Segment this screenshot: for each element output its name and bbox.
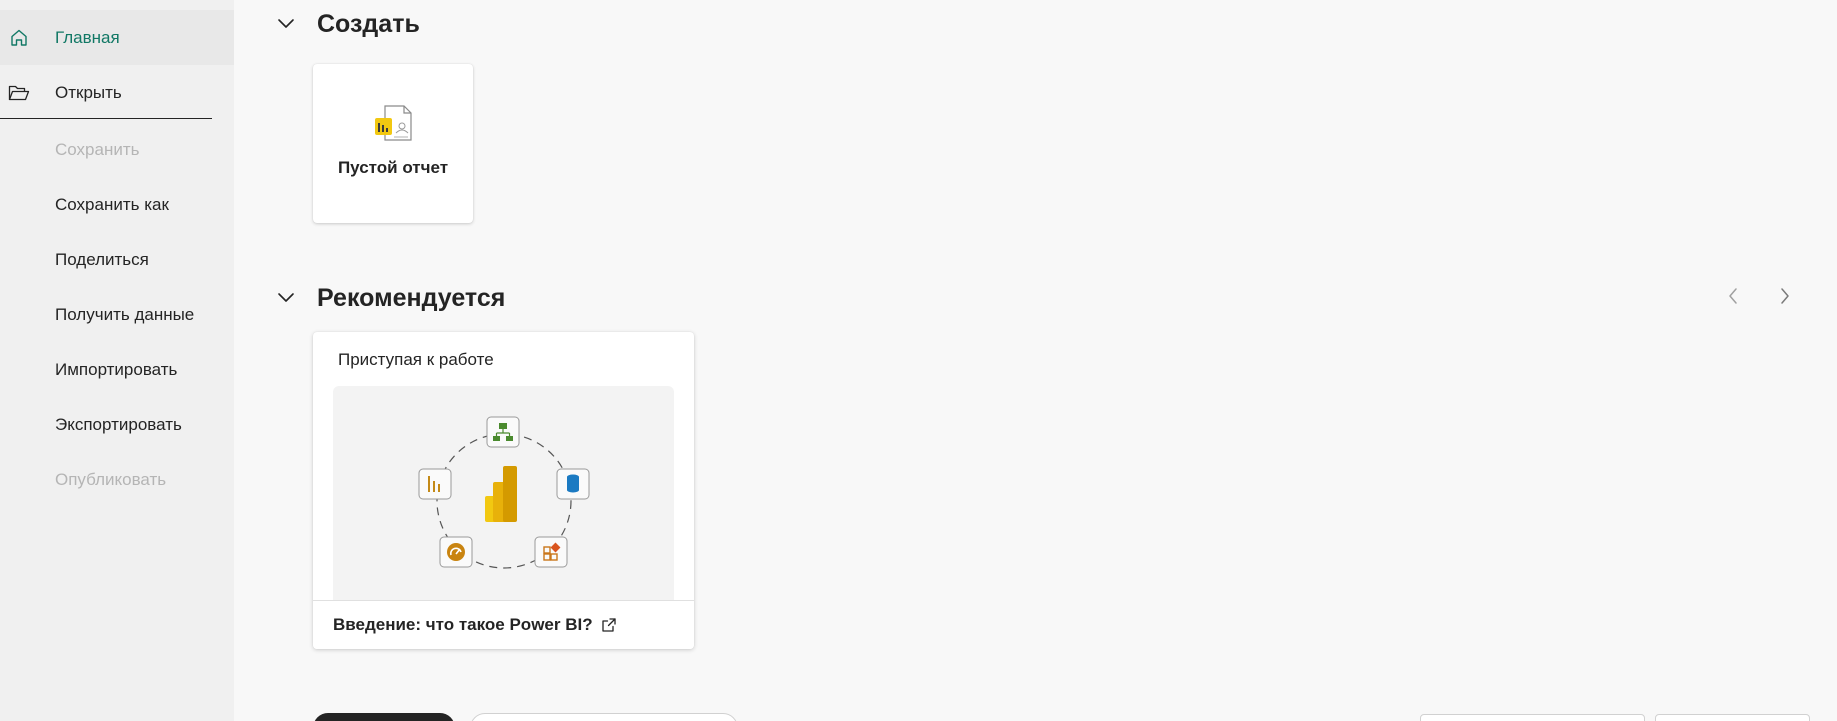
sidebar-item-label: Экспортировать: [55, 414, 182, 434]
database-icon: [556, 468, 590, 500]
add-visual-icon: [534, 536, 568, 568]
sidebar-item-save: Сохранить: [0, 122, 234, 177]
sidebar-item-label: Поделиться: [55, 249, 149, 269]
gauge-icon: [439, 536, 473, 568]
sidebar-item-label: Сохранить: [55, 139, 140, 159]
external-link-icon: [601, 618, 616, 632]
filter-pill[interactable]: [470, 713, 738, 721]
filter-dropdown[interactable]: [1655, 714, 1810, 721]
sidebar-item-label: Открыть: [55, 82, 122, 102]
section-title: Рекомендуется: [317, 283, 506, 312]
sidebar-item-home[interactable]: Главная: [0, 10, 234, 65]
sidebar-divider: [0, 118, 212, 119]
chevron-left-icon: [1729, 288, 1737, 304]
chevron-down-icon: [278, 19, 294, 28]
blank-report-icon: [375, 105, 412, 141]
chevron-right-icon: [1781, 288, 1789, 304]
sidebar-item-save-as[interactable]: Сохранить как: [0, 177, 234, 232]
filter-pill-selected[interactable]: [313, 713, 455, 721]
carousel-prev-button[interactable]: [1719, 282, 1747, 310]
sidebar-item-import[interactable]: Импортировать: [0, 342, 234, 397]
bar-chart-icon: [418, 468, 452, 500]
hierarchy-icon: [486, 416, 520, 448]
card-footer-link[interactable]: Введение: что такое Power BI?: [313, 600, 694, 649]
sidebar-item-label: Получить данные: [55, 304, 195, 324]
sidebar-item-label: Главная: [55, 27, 120, 47]
blank-report-card[interactable]: Пустой отчет: [313, 64, 473, 223]
card-caption: Приступая к работе: [338, 350, 494, 369]
backstage-sidebar: Главная Открыть Сохранить Сохранить как …: [0, 0, 234, 721]
card-link-text: Введение: что такое Power BI?: [333, 615, 593, 634]
blank-report-label: Пустой отчет: [337, 158, 449, 177]
sidebar-item-open[interactable]: Открыть: [0, 65, 234, 120]
sidebar-item-publish: Опубликовать: [0, 452, 234, 507]
sidebar-item-label: Импортировать: [55, 359, 178, 379]
getting-started-card[interactable]: Приступая к работе Введение: что такое P…: [313, 332, 694, 649]
power-bi-logo: [485, 466, 517, 522]
sidebar-item-export[interactable]: Экспортировать: [0, 397, 234, 452]
sidebar-item-label: Опубликовать: [55, 469, 167, 489]
collapse-create-button[interactable]: [270, 8, 302, 40]
search-box[interactable]: [1420, 714, 1645, 721]
create-section-header: Создать: [270, 4, 420, 44]
sidebar-item-get-data[interactable]: Получить данные: [0, 287, 234, 342]
sidebar-item-label: Сохранить как: [55, 194, 169, 214]
card-illustration: [333, 386, 674, 600]
carousel-next-button[interactable]: [1771, 282, 1799, 310]
collapse-recommended-button[interactable]: [270, 282, 302, 314]
folder-open-icon: [7, 81, 31, 105]
recommended-section-header: Рекомендуется: [270, 278, 505, 318]
home-icon: [7, 26, 31, 50]
section-title: Создать: [317, 9, 420, 38]
chevron-down-icon: [278, 293, 294, 302]
sidebar-item-share[interactable]: Поделиться: [0, 232, 234, 287]
